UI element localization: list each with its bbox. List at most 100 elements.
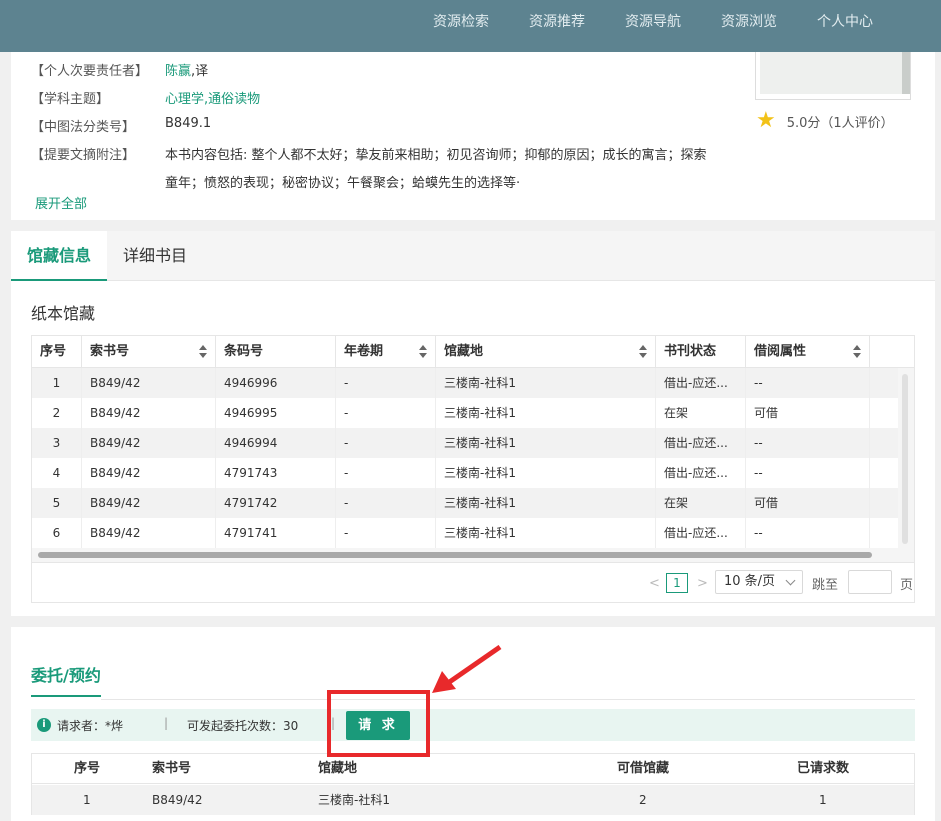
cell-location: 三楼南-社科1 (436, 488, 656, 518)
cell-callno: B849/42 (82, 488, 216, 518)
subject-link-psychology[interactable]: 心理学 (165, 92, 204, 107)
entrust-col-location: 馆藏地 (318, 761, 358, 776)
chevron-down-icon (785, 575, 796, 586)
nav-item-personal-center[interactable]: 个人中心 (817, 11, 873, 31)
meta-value-responsible: 陈赢,译 (165, 60, 208, 79)
entrust-cell-callno: B849/42 (152, 793, 203, 807)
cell-loan-type: 可借 (746, 488, 870, 518)
cell-location: 三楼南-社科1 (436, 368, 656, 398)
cell-volume: - (336, 518, 436, 548)
cell-callno: B849/42 (82, 398, 216, 428)
horizontal-scrollbar-thumb[interactable] (38, 552, 872, 558)
holdings-panel: 馆藏信息 详细书目 纸本馆藏 序号 索书号 条码号 年卷期 馆藏地 书刊状态 借… (11, 231, 935, 616)
nav-item-search[interactable]: 资源检索 (433, 11, 489, 31)
table-row[interactable]: 6 B849/42 4791741 - 三楼南-社科1 借出-应还... -- (32, 518, 898, 548)
holdings-table-header: 序号 索书号 条码号 年卷期 馆藏地 书刊状态 借阅属性 (32, 336, 914, 368)
horizontal-scrollbar[interactable] (32, 548, 914, 562)
paper-holdings-title: 纸本馆藏 (31, 304, 96, 323)
holdings-tabs: 馆藏信息 详细书目 (11, 231, 935, 281)
meta-value-subject: 心理学,通俗读物 (165, 88, 260, 107)
entrust-cell-seq: 1 (83, 793, 91, 807)
col-header-volume[interactable]: 年卷期 (336, 336, 436, 368)
cell-barcode: 4946995 (216, 398, 336, 428)
page-size-select[interactable]: 10 条/页 (715, 570, 803, 594)
cell-barcode: 4791742 (216, 488, 336, 518)
top-nav: 资源检索 资源推荐 资源导航 资源浏览 个人中心 (0, 0, 941, 52)
cell-status: 借出-应还... (656, 428, 746, 458)
sort-icon[interactable] (853, 345, 861, 359)
table-row[interactable]: 1 B849/42 4946996 - 三楼南-社科1 借出-应还... -- (32, 368, 898, 398)
subject-link-popular[interactable]: 通俗读物 (208, 92, 260, 107)
cell-volume: - (336, 398, 436, 428)
col-header-callno-label: 索书号 (90, 344, 130, 359)
col-header-loan-type[interactable]: 借阅属性 (746, 336, 870, 368)
table-row[interactable]: 2 B849/42 4946995 - 三楼南-社科1 在架 可借 (32, 398, 898, 428)
entrust-col-requested: 已请求数 (797, 761, 850, 776)
meta-value-abstract-line2: 童年；愤怒的表现；秘密协议；午餐聚会；蛤蟆先生的选择等· (165, 176, 521, 191)
vertical-scrollbar[interactable] (898, 368, 914, 550)
responsible-suffix: ,译 (191, 64, 209, 79)
entrust-col-available: 可借馆藏 (617, 761, 670, 776)
cell-status: 在架 (656, 398, 746, 428)
next-page-button[interactable]: > (697, 576, 708, 591)
cell-loan-type: -- (746, 428, 870, 458)
table-row[interactable]: 1 B849/42 三楼南-社科1 2 1 (32, 785, 914, 815)
cell-location: 三楼南-社科1 (436, 398, 656, 428)
nav-item-browse[interactable]: 资源浏览 (721, 11, 777, 31)
entrust-cell-requested: 1 (819, 793, 827, 807)
cell-barcode: 4946994 (216, 428, 336, 458)
cell-seq: 5 (32, 488, 82, 518)
col-header-location[interactable]: 馆藏地 (436, 336, 656, 368)
cell-barcode: 4791743 (216, 458, 336, 488)
tab-detail-bibliography[interactable]: 详细书目 (107, 231, 203, 281)
page-size-value: 10 条/页 (724, 574, 776, 589)
sort-icon[interactable] (639, 345, 647, 359)
responsible-link[interactable]: 陈赢 (165, 64, 191, 79)
separator: | (164, 716, 169, 730)
rating-text: 5.0分（1人评价） (786, 115, 894, 131)
cell-callno: B849/42 (82, 458, 216, 488)
sort-icon[interactable] (419, 345, 427, 359)
cell-callno: B849/42 (82, 368, 216, 398)
cell-loan-type: -- (746, 458, 870, 488)
col-header-location-label: 馆藏地 (444, 344, 484, 359)
goto-page-input[interactable] (848, 570, 892, 594)
cell-loan-type: 可借 (746, 398, 870, 428)
entrust-col-callno: 索书号 (152, 761, 192, 776)
holdings-table-body: 1 B849/42 4946996 - 三楼南-社科1 借出-应还... -- … (32, 368, 898, 548)
cell-volume: - (336, 428, 436, 458)
cell-location: 三楼南-社科1 (436, 518, 656, 548)
tab-holding-info[interactable]: 馆藏信息 (11, 231, 108, 281)
nav-item-navigation[interactable]: 资源导航 (625, 11, 681, 31)
meta-key-abstract: 【提要文摘附注】 (31, 148, 136, 163)
cell-status: 借出-应还... (656, 368, 746, 398)
prev-page-button[interactable]: < (649, 576, 660, 591)
cell-seq: 6 (32, 518, 82, 548)
cell-status: 借出-应还... (656, 518, 746, 548)
meta-value-abstract-line1: 本书内容包括: 整个人都不太好；挚友前来相助；初见咨询师；抑郁的原因；成长的寓言… (165, 148, 707, 163)
cell-status: 在架 (656, 488, 746, 518)
expand-all-link[interactable]: 展开全部 (35, 193, 87, 212)
col-header-loan-type-label: 借阅属性 (754, 344, 807, 359)
rating: ★ 5.0分（1人评价） (756, 109, 894, 133)
meta-key-responsible: 【个人次要责任者】 (31, 64, 149, 79)
table-row[interactable]: 3 B849/42 4946994 - 三楼南-社科1 借出-应还... -- (32, 428, 898, 458)
table-row[interactable]: 5 B849/42 4791742 - 三楼南-社科1 在架 可借 (32, 488, 898, 518)
cell-seq: 1 (32, 368, 82, 398)
table-row[interactable]: 4 B849/42 4791743 - 三楼南-社科1 借出-应还... -- (32, 458, 898, 488)
star-icon: ★ (756, 108, 776, 133)
meta-key-subject: 【学科主题】 (31, 92, 110, 107)
sort-icon[interactable] (199, 345, 207, 359)
page-number-button[interactable]: 1 (666, 573, 688, 593)
entrust-divider (101, 699, 915, 700)
annotation-highlight-box (327, 690, 430, 757)
info-icon: i (37, 718, 51, 732)
cell-location: 三楼南-社科1 (436, 458, 656, 488)
cell-volume: - (336, 458, 436, 488)
vertical-scrollbar-thumb[interactable] (902, 374, 908, 544)
cell-barcode: 4946996 (216, 368, 336, 398)
remaining-count-text: 可发起委托次数：30 (187, 719, 299, 733)
nav-item-recommend[interactable]: 资源推荐 (529, 11, 585, 31)
book-cover[interactable] (755, 52, 911, 100)
col-header-callno[interactable]: 索书号 (82, 336, 216, 368)
